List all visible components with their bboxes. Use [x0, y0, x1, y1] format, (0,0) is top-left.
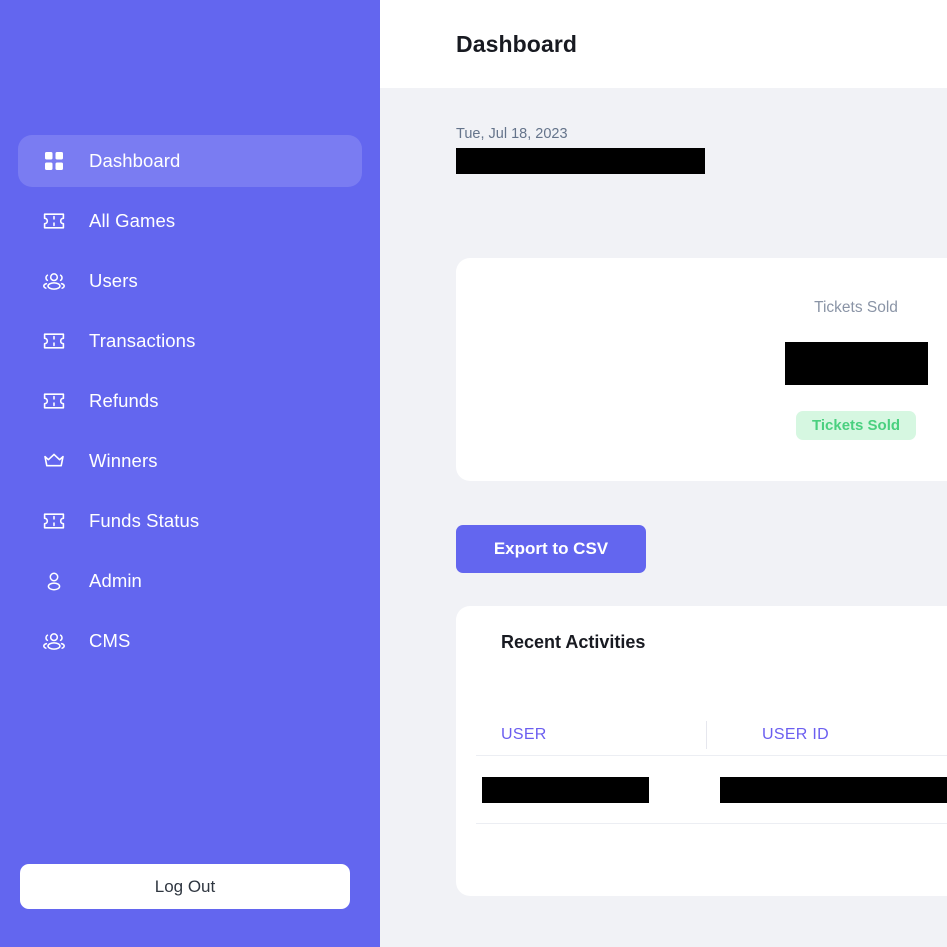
ticket-icon [41, 508, 67, 534]
tickets-sold-card-inner: Tickets Sold Tickets Sold [736, 258, 947, 481]
sidebar-item-all-games[interactable]: All Games [18, 195, 362, 247]
redacted-user-cell [482, 776, 649, 803]
crown-icon [41, 448, 67, 474]
sidebar-item-label: CMS [89, 630, 131, 651]
sidebar: Dashboard All Games Users Transactions R… [0, 0, 380, 947]
redacted-user-id-cell [720, 776, 947, 803]
logout-container: Log Out [20, 864, 350, 909]
user-icon [41, 568, 67, 594]
app-root: Dashboard All Games Users Transactions R… [0, 0, 947, 947]
sidebar-item-label: Dashboard [89, 150, 181, 171]
sidebar-item-winners[interactable]: Winners [18, 435, 362, 487]
sidebar-item-dashboard[interactable]: Dashboard [18, 135, 362, 187]
sidebar-item-label: Admin [89, 570, 142, 591]
sidebar-item-label: Users [89, 270, 138, 291]
page-title: Dashboard [456, 30, 578, 57]
log-out-button[interactable]: Log Out [20, 864, 350, 909]
table-header-row: USER USER ID [456, 715, 947, 755]
users-group-icon [41, 628, 67, 654]
table-row[interactable] [456, 756, 947, 823]
export-to-csv-button[interactable]: Export to CSV [456, 525, 646, 573]
status-badge: Tickets Sold [795, 411, 917, 440]
grid-icon [41, 148, 67, 174]
sidebar-item-label: All Games [89, 210, 176, 231]
date-label: Tue, Jul 18, 2023 [456, 126, 568, 142]
tickets-sold-card: Tickets Sold Tickets Sold [456, 258, 947, 481]
sidebar-item-label: Refunds [89, 390, 159, 411]
sidebar-item-label: Winners [89, 450, 158, 471]
sidebar-item-admin[interactable]: Admin [18, 555, 362, 607]
content-area: Tue, Jul 18, 2023 Tickets Sold Tickets S… [380, 88, 947, 896]
main-content: Dashboard Tue, Jul 18, 2023 Tickets Sold… [380, 0, 947, 947]
recent-activities-card: Recent Activities USER USER ID [456, 606, 947, 896]
sidebar-item-refunds[interactable]: Refunds [18, 375, 362, 427]
sidebar-nav: Dashboard All Games Users Transactions R… [0, 135, 380, 675]
recent-activities-table: USER USER ID [456, 715, 947, 824]
date-block: Tue, Jul 18, 2023 [456, 88, 947, 174]
users-group-icon [41, 268, 67, 294]
sidebar-item-label: Funds Status [89, 510, 200, 531]
ticket-icon [41, 328, 67, 354]
column-header-user[interactable]: USER [501, 726, 721, 744]
redacted-tickets-sold-value [784, 342, 928, 385]
tickets-sold-label: Tickets Sold [814, 299, 898, 316]
sidebar-item-label: Transactions [89, 330, 196, 351]
sidebar-item-funds-status[interactable]: Funds Status [18, 495, 362, 547]
redacted-date-value [456, 148, 705, 174]
column-divider [706, 721, 707, 749]
column-header-user-id[interactable]: USER ID [721, 726, 829, 744]
top-bar: Dashboard [380, 0, 947, 88]
ticket-icon [41, 208, 67, 234]
recent-activities-title: Recent Activities [501, 632, 646, 652]
ticket-icon [41, 388, 67, 414]
sidebar-item-users[interactable]: Users [18, 255, 362, 307]
table-divider [476, 823, 947, 824]
sidebar-item-transactions[interactable]: Transactions [18, 315, 362, 367]
sidebar-item-cms[interactable]: CMS [18, 615, 362, 667]
